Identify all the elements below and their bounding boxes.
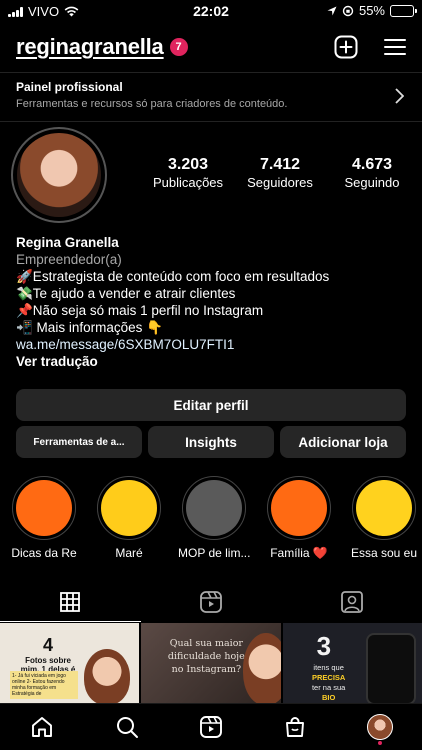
following-count: 4.673 bbox=[351, 156, 393, 173]
highlight-fill bbox=[356, 480, 412, 536]
profile-tabs bbox=[0, 582, 422, 622]
search-icon bbox=[116, 717, 138, 738]
bottom-navigation bbox=[0, 703, 422, 750]
location-icon bbox=[327, 6, 337, 15]
insights-button[interactable]: Insights bbox=[148, 426, 274, 458]
tab-tagged[interactable] bbox=[281, 582, 422, 622]
highlight-label: Família ❤️ bbox=[270, 546, 328, 560]
tab-grid[interactable] bbox=[0, 582, 141, 622]
highlight-item[interactable]: Maré bbox=[93, 476, 165, 560]
bio-line: 💸Te ajudo a vender e atrair clientes bbox=[16, 286, 236, 301]
reels-icon bbox=[200, 591, 222, 613]
highlight-cover bbox=[182, 476, 246, 540]
status-bar: VIVO 22:02 55% bbox=[0, 0, 422, 22]
pro-panel-subtitle: Ferramentas e recursos só para criadores… bbox=[16, 98, 288, 110]
ad-tools-button[interactable]: Ferramentas de a... bbox=[16, 426, 142, 458]
story-highlights: Dicas da Re Maré MOP de lim... Família ❤… bbox=[8, 476, 422, 560]
bio-link[interactable]: wa.me/message/6SXBM7OLU7FTI1 bbox=[16, 336, 411, 353]
profile-avatar[interactable] bbox=[11, 127, 107, 223]
highlight-label: Essa sou eu bbox=[350, 546, 418, 560]
highlight-fill bbox=[186, 480, 242, 536]
avatar bbox=[366, 714, 393, 740]
profile-stats: 3.203 Publicações 7.412 Seguidores 4.673… bbox=[145, 156, 415, 190]
highlight-fill bbox=[271, 480, 327, 536]
battery-icon bbox=[390, 4, 417, 17]
chevron-right-icon bbox=[395, 88, 404, 104]
highlight-label: Maré bbox=[115, 546, 143, 560]
professional-dashboard[interactable]: Painel profissional Ferramentas e recurs… bbox=[0, 72, 422, 122]
reels-icon bbox=[200, 716, 222, 738]
post-caption-line: ter na sua bbox=[311, 683, 346, 692]
menu-icon[interactable] bbox=[384, 38, 406, 56]
status-right: 55% bbox=[327, 3, 417, 18]
following-label: Seguindo bbox=[344, 175, 400, 190]
post-photo bbox=[243, 633, 281, 703]
post-thumbnail[interactable]: 3 itens que PRECISA ter na sua BIO bbox=[282, 623, 422, 703]
post-photo bbox=[84, 649, 130, 703]
highlight-cover bbox=[97, 476, 161, 540]
stat-following[interactable]: 4.673 Seguindo bbox=[329, 156, 415, 190]
highlight-item[interactable]: Família ❤️ bbox=[263, 476, 335, 560]
tab-reels[interactable] bbox=[141, 582, 282, 622]
highlight-item[interactable]: Dicas da Re bbox=[8, 476, 80, 560]
action-buttons: Ferramentas de a... Insights Adicionar l… bbox=[16, 426, 406, 458]
followers-label: Seguidores bbox=[247, 175, 313, 190]
profile-header: reginagranella 7 bbox=[16, 30, 406, 64]
pro-panel-title: Painel profissional bbox=[16, 80, 123, 94]
post-caption: itens que PRECISA ter na sua BIO bbox=[307, 663, 351, 703]
header-actions bbox=[334, 35, 406, 59]
post-caption-line: itens que bbox=[313, 663, 344, 672]
plus-square-icon[interactable] bbox=[334, 35, 358, 59]
notification-dot bbox=[377, 741, 382, 745]
edit-profile-button[interactable]: Editar perfil bbox=[16, 389, 406, 421]
bio-line: 📲 Mais informações 👇 bbox=[16, 320, 163, 335]
posts-label: Publicações bbox=[152, 175, 224, 190]
highlight-fill bbox=[16, 480, 72, 536]
nav-home[interactable] bbox=[22, 707, 62, 747]
home-icon bbox=[32, 717, 53, 737]
add-shop-button[interactable]: Adicionar loja bbox=[280, 426, 406, 458]
post-number: 3 bbox=[316, 631, 332, 661]
post-thumbnail[interactable]: Qual sua maior dificuldade hoje no Insta… bbox=[141, 623, 281, 703]
highlight-cover bbox=[352, 476, 416, 540]
phone-mockup bbox=[365, 633, 416, 703]
shop-icon bbox=[286, 717, 305, 737]
stat-posts[interactable]: 3.203 Publicações bbox=[145, 156, 231, 190]
post-number: 4 bbox=[42, 635, 53, 655]
highlight-label: MOP de lim... bbox=[178, 546, 250, 560]
bio-line: 📌Não seja só mais 1 perfil no Instagram bbox=[16, 303, 264, 318]
nav-shop[interactable] bbox=[275, 707, 315, 747]
profile-name: Regina Granella bbox=[16, 235, 119, 250]
profile-bio: Regina Granella Empreendedor(a) 🚀Estrate… bbox=[16, 234, 411, 370]
followers-count: 7.412 bbox=[259, 156, 301, 173]
post-thumbnail[interactable]: 4 Fotos sobre mim, 1 delas é mentira 1- … bbox=[0, 623, 140, 703]
highlight-label: Dicas da Re bbox=[11, 546, 77, 560]
avatar-image bbox=[17, 133, 101, 217]
grid-icon bbox=[60, 592, 81, 612]
notification-badge: 7 bbox=[169, 38, 188, 56]
username-switcher[interactable]: reginagranella bbox=[16, 34, 164, 60]
profile-category: Empreendedor(a) bbox=[16, 252, 122, 267]
nav-reels[interactable] bbox=[191, 707, 231, 747]
stat-followers[interactable]: 7.412 Seguidores bbox=[237, 156, 323, 190]
nav-profile[interactable] bbox=[360, 707, 400, 747]
tagged-icon bbox=[340, 591, 363, 613]
post-caption-highlight: BIO bbox=[321, 693, 336, 702]
posts-grid: 4 Fotos sobre mim, 1 delas é mentira 1- … bbox=[0, 623, 422, 703]
bio-line: 🚀Estrategista de conteúdo com foco em re… bbox=[16, 269, 330, 284]
highlight-cover bbox=[12, 476, 76, 540]
highlight-item[interactable]: MOP de lim... bbox=[178, 476, 250, 560]
post-caption-highlight: PRECISA bbox=[311, 673, 346, 682]
post-caption: Qual sua maior dificuldade hoje no Insta… bbox=[167, 638, 245, 675]
highlight-fill bbox=[101, 480, 157, 536]
post-note: 1- Já fui viciada em jogo online 2- Esto… bbox=[10, 671, 78, 699]
orientation-lock-icon bbox=[342, 5, 354, 16]
nav-search[interactable] bbox=[107, 707, 147, 747]
highlight-cover bbox=[267, 476, 331, 540]
highlight-item[interactable]: Essa sou eu bbox=[348, 476, 420, 560]
battery-label: 55% bbox=[358, 3, 385, 18]
see-translation-link[interactable]: Ver tradução bbox=[16, 353, 411, 370]
posts-count: 3.203 bbox=[167, 156, 209, 173]
